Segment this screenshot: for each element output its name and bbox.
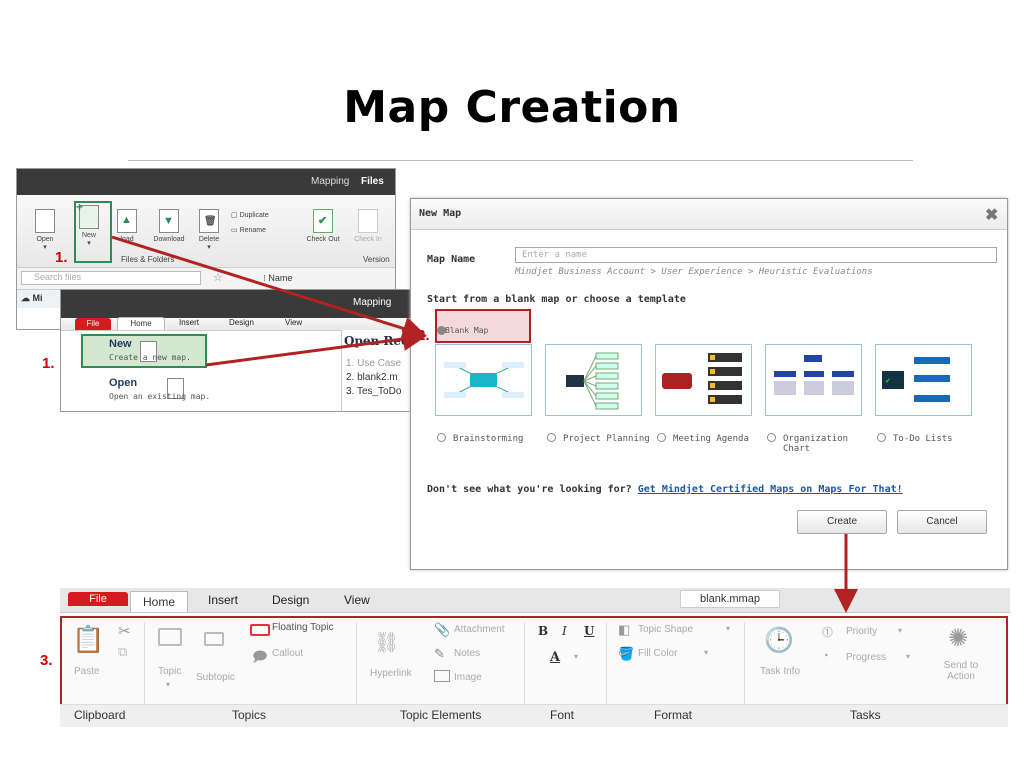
arrow-new-to-dialog: [111, 235, 427, 340]
annotation-arrows: [111, 235, 858, 613]
arrow-filemenu-to-dialog: [205, 327, 427, 367]
